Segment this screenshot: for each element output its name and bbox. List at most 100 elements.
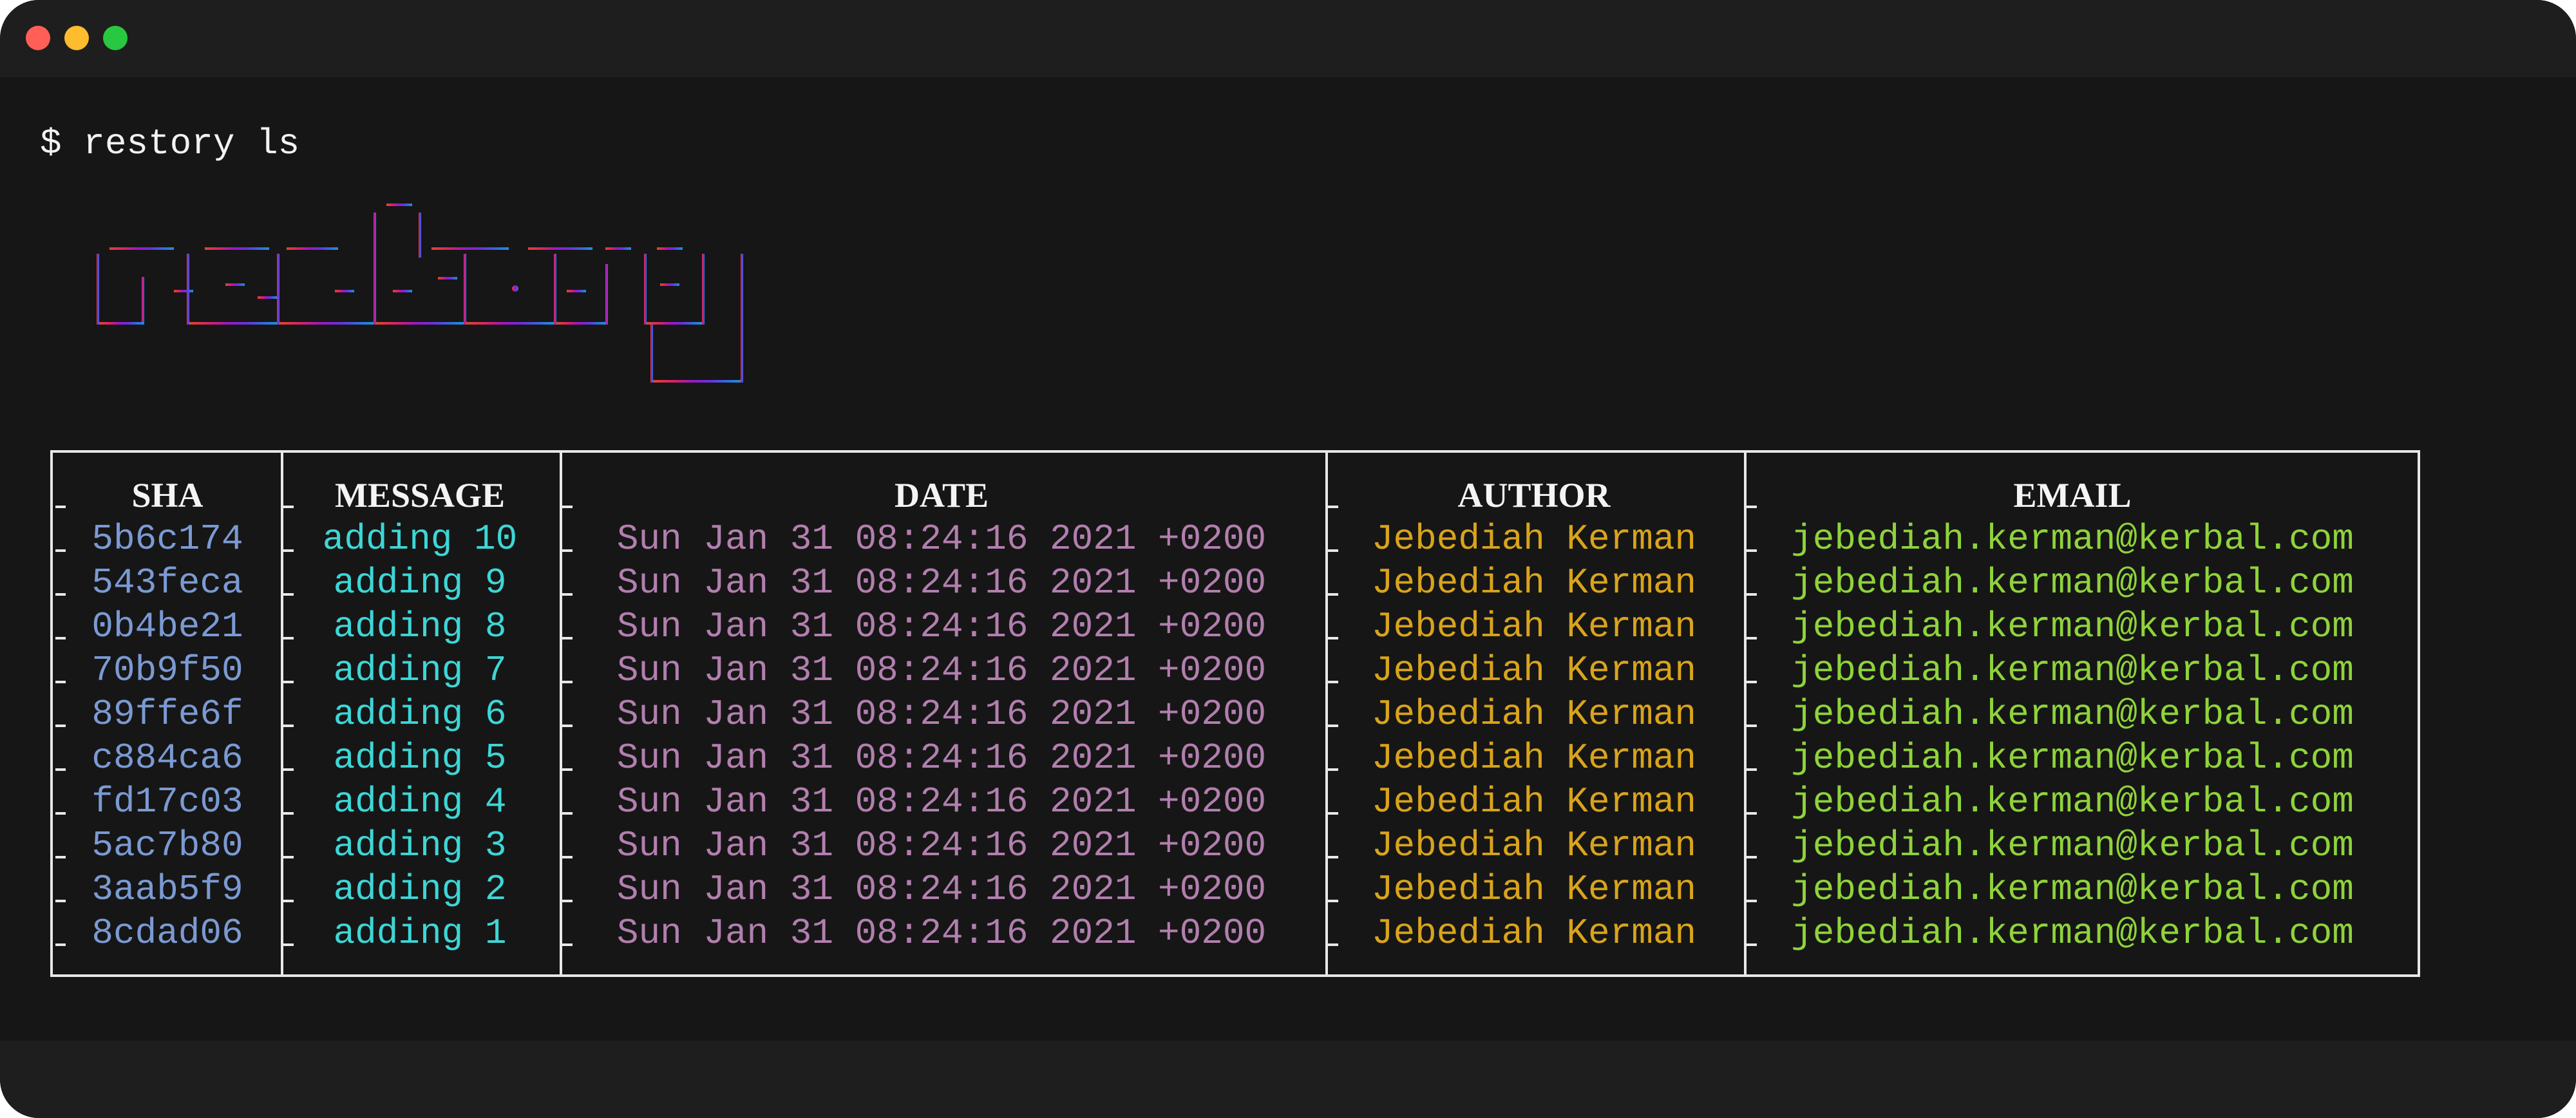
commits-table: SHA MESSAGE DATE AUTHOR EMAIL 5b6c174 adding 1…	[50, 450, 2420, 977]
cell-date: Sun Jan 31 08:24:16 2021 +0200	[616, 650, 1267, 691]
minimize-window-button[interactable]	[64, 26, 89, 50]
row-tick	[1328, 593, 1338, 596]
row-tick	[562, 506, 573, 508]
cell-sha: 5ac7b80	[91, 825, 243, 866]
cell-sha: 543feca	[91, 562, 243, 603]
cell-sha: 5b6c174	[91, 518, 243, 560]
cell-message: adding 3	[333, 825, 507, 866]
row-tick	[1747, 768, 1757, 771]
header-author: AUTHOR	[1457, 476, 1611, 515]
cell-message: adding 5	[333, 737, 507, 779]
row-tick	[283, 637, 294, 640]
row-tick	[55, 637, 66, 640]
cell-author: Jebediah Kerman	[1371, 606, 1697, 647]
column-divider	[1325, 453, 1328, 974]
cell-author: Jebediah Kerman	[1371, 694, 1697, 735]
cell-date: Sun Jan 31 08:24:16 2021 +0200	[616, 518, 1267, 560]
row-tick	[55, 506, 66, 508]
command-line: $ restory ls	[40, 121, 299, 166]
row-tick	[55, 943, 66, 946]
header-sha: SHA	[131, 476, 204, 515]
cell-date: Sun Jan 31 08:24:16 2021 +0200	[616, 869, 1267, 910]
cell-email: jebediah.kerman@kerbal.com	[1791, 737, 2354, 779]
cell-message: adding 4	[333, 781, 507, 822]
row-tick	[55, 681, 66, 683]
row-tick	[1328, 506, 1338, 508]
row-tick	[283, 725, 294, 727]
row-tick	[1328, 681, 1338, 683]
header-message: MESSAGE	[334, 476, 506, 515]
row-tick	[562, 856, 573, 858]
column-divider	[281, 453, 283, 974]
row-tick	[562, 943, 573, 946]
header-email: EMAIL	[2013, 476, 2132, 515]
row-tick	[55, 725, 66, 727]
cell-message: adding 10	[322, 518, 518, 560]
row-tick	[1328, 725, 1338, 727]
cell-message: adding 6	[333, 694, 507, 735]
header-date: DATE	[894, 476, 989, 515]
cell-author: Jebediah Kerman	[1371, 781, 1697, 822]
row-tick	[1747, 900, 1757, 902]
close-window-button[interactable]	[26, 26, 50, 50]
cell-date: Sun Jan 31 08:24:16 2021 +0200	[616, 825, 1267, 866]
row-tick	[1328, 812, 1338, 815]
row-tick	[1747, 637, 1757, 640]
row-tick	[283, 506, 294, 508]
cell-message: adding 1	[333, 913, 507, 954]
row-tick	[283, 549, 294, 552]
cell-sha: 8cdad06	[91, 913, 243, 954]
row-tick	[562, 593, 573, 596]
cell-email: jebediah.kerman@kerbal.com	[1791, 825, 2354, 866]
cell-sha: 70b9f50	[91, 650, 243, 691]
terminal-window: $ restory ls restory	[0, 0, 2576, 1118]
row-tick	[283, 593, 294, 596]
cell-author: Jebediah Kerman	[1371, 650, 1697, 691]
cell-author: Jebediah Kerman	[1371, 825, 1697, 866]
column-divider	[560, 453, 562, 974]
cell-author: Jebediah Kerman	[1371, 869, 1697, 910]
row-tick	[562, 681, 573, 683]
row-tick	[1328, 549, 1338, 552]
cell-author: Jebediah Kerman	[1371, 737, 1697, 779]
row-tick	[562, 637, 573, 640]
cell-date: Sun Jan 31 08:24:16 2021 +0200	[616, 781, 1267, 822]
row-tick	[55, 812, 66, 815]
cell-message: adding 9	[333, 562, 507, 603]
column-divider	[1744, 453, 1747, 974]
cell-message: adding 8	[333, 606, 507, 647]
row-tick	[283, 943, 294, 946]
cell-email: jebediah.kerman@kerbal.com	[1791, 606, 2354, 647]
cell-email: jebediah.kerman@kerbal.com	[1791, 562, 2354, 603]
row-tick	[1328, 768, 1338, 771]
cell-sha: fd17c03	[91, 781, 243, 822]
row-tick	[562, 768, 573, 771]
row-tick	[55, 900, 66, 902]
row-tick	[1747, 549, 1757, 552]
cell-date: Sun Jan 31 08:24:16 2021 +0200	[616, 694, 1267, 735]
cell-date: Sun Jan 31 08:24:16 2021 +0200	[616, 606, 1267, 647]
row-tick	[562, 900, 573, 902]
cell-sha: 3aab5f9	[91, 869, 243, 910]
row-tick	[1747, 812, 1757, 815]
maximize-window-button[interactable]	[103, 26, 128, 50]
row-tick	[283, 681, 294, 683]
restory-ascii-banner: restory	[97, 204, 743, 383]
cell-date: Sun Jan 31 08:24:16 2021 +0200	[616, 562, 1267, 603]
cell-message: adding 7	[333, 650, 507, 691]
row-tick	[1328, 856, 1338, 858]
cell-email: jebediah.kerman@kerbal.com	[1791, 913, 2354, 954]
cell-email: jebediah.kerman@kerbal.com	[1791, 869, 2354, 910]
row-tick	[55, 856, 66, 858]
prompt-symbol: $	[40, 123, 62, 164]
cell-author: Jebediah Kerman	[1371, 913, 1697, 954]
row-tick	[55, 593, 66, 596]
cell-sha: 0b4be21	[91, 606, 243, 647]
cell-author: Jebediah Kerman	[1371, 562, 1697, 603]
cell-email: jebediah.kerman@kerbal.com	[1791, 650, 2354, 691]
row-tick	[562, 549, 573, 552]
row-tick	[1328, 943, 1338, 946]
row-tick	[1747, 681, 1757, 683]
command-text: restory ls	[83, 123, 300, 164]
cell-date: Sun Jan 31 08:24:16 2021 +0200	[616, 737, 1267, 779]
